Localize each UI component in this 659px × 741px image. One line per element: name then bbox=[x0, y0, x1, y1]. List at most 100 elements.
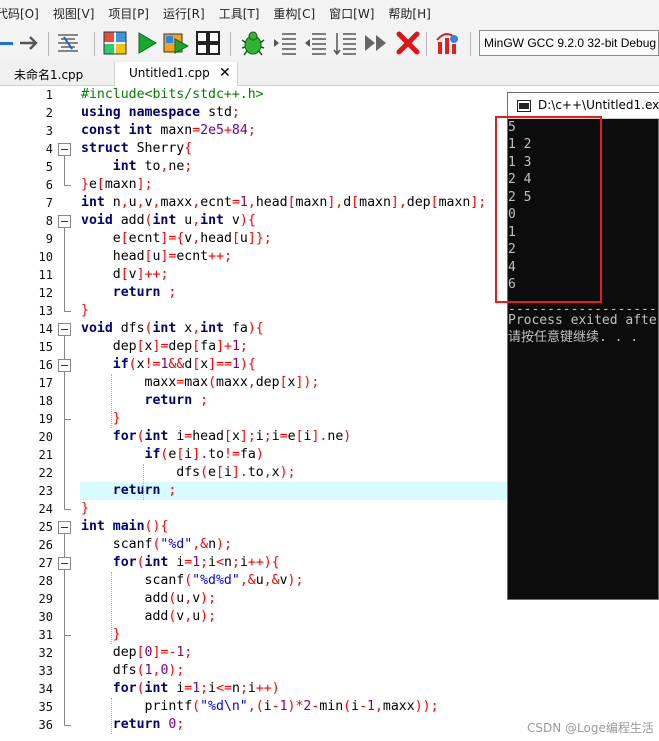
toolbar-separator bbox=[230, 32, 231, 56]
indent-guide bbox=[110, 374, 112, 428]
line-number: 16 bbox=[38, 358, 53, 372]
code-line[interactable]: int to,ne; bbox=[81, 158, 192, 176]
compile-run-icon[interactable] bbox=[163, 30, 189, 56]
code-line[interactable]: dep[0]=-1; bbox=[81, 644, 193, 662]
menu-window[interactable]: 窗口[W] bbox=[329, 5, 374, 22]
stop-icon[interactable] bbox=[395, 30, 421, 56]
code-line[interactable]: e[ecnt]={v,head[u]}; bbox=[81, 230, 272, 248]
arrow-right-icon[interactable] bbox=[17, 30, 43, 56]
code-line[interactable]: } bbox=[81, 500, 89, 518]
code-line[interactable]: maxx=max(maxx,dep[x]); bbox=[81, 374, 320, 392]
fold-line bbox=[64, 156, 65, 185]
toolbar-separator bbox=[48, 32, 49, 56]
line-numbers-icon[interactable] bbox=[332, 30, 358, 56]
tab-untitled1[interactable]: Untitled1.cpp ✕ bbox=[114, 62, 238, 86]
code-line[interactable]: void add(int u,int v){ bbox=[81, 212, 256, 230]
code-line[interactable]: head[u]=ecnt++; bbox=[81, 248, 232, 266]
code-line[interactable]: int n,u,v,maxx,ecnt=1,head[maxn],d[maxn]… bbox=[81, 194, 486, 212]
menu-bar: 代码[O] 视图[V] 项目[P] 运行[R] 工具[T] 重构[C] 窗口[W… bbox=[0, 0, 659, 26]
code-line[interactable]: printf("%d\n",(i-1)*2-min(i-1,maxx)); bbox=[81, 698, 439, 716]
code-line[interactable]: int main(){ bbox=[81, 518, 168, 536]
code-line[interactable]: const int maxn=2e5+84; bbox=[81, 122, 256, 140]
fold-end bbox=[64, 725, 71, 726]
fold-toggle-icon[interactable] bbox=[58, 143, 71, 156]
code-line[interactable]: if(e[i].to!=fa) bbox=[81, 446, 264, 464]
line-number: 6 bbox=[45, 178, 53, 192]
profile-icon[interactable] bbox=[434, 30, 460, 56]
indent-guide bbox=[110, 572, 112, 644]
code-line[interactable]: dfs(e[i].to,x); bbox=[81, 464, 295, 482]
code-line[interactable]: scanf("%d",&n); bbox=[81, 536, 232, 554]
line-number: 17 bbox=[38, 376, 53, 390]
line-number: 22 bbox=[38, 466, 53, 480]
code-line[interactable]: return ; bbox=[81, 482, 177, 500]
toolbar: MinGW GCC 9.2.0 32-bit Debug bbox=[0, 26, 659, 60]
line-number: 4 bbox=[45, 142, 53, 156]
line-number: 12 bbox=[38, 286, 53, 300]
code-line[interactable]: }e[maxn]; bbox=[81, 176, 153, 194]
code-line[interactable]: dep[x]=dep[fa]+1; bbox=[81, 338, 248, 356]
code-line[interactable]: return 0; bbox=[81, 716, 185, 734]
console-title: D:\c++\Untitled1.exe bbox=[538, 98, 659, 112]
menu-view[interactable]: 视图[V] bbox=[53, 5, 95, 22]
code-line[interactable]: add(u,v); bbox=[81, 590, 217, 608]
line-number: 13 bbox=[38, 304, 53, 318]
tab-unnamed1[interactable]: 未命名1.cpp bbox=[0, 62, 114, 86]
code-line[interactable]: void dfs(int x,int fa){ bbox=[81, 320, 264, 338]
line-number: 1 bbox=[45, 88, 53, 102]
fold-toggle-icon[interactable] bbox=[58, 215, 71, 228]
code-line[interactable]: for(int i=head[x];i;i=e[i].ne) bbox=[81, 428, 351, 446]
code-line[interactable]: dfs(1,0); bbox=[81, 662, 185, 680]
code-line[interactable]: #include<bits/stdc++.h> bbox=[81, 86, 264, 104]
menu-code[interactable]: 代码[O] bbox=[0, 5, 39, 22]
line-number: 24 bbox=[38, 502, 53, 516]
tab-bar: 未命名1.cpp Untitled1.cpp ✕ bbox=[0, 60, 659, 86]
line-number: 25 bbox=[38, 520, 53, 534]
toolbar-separator bbox=[426, 32, 427, 56]
unindent-icon[interactable] bbox=[302, 30, 328, 56]
watermark: CSDN @Loge编程生活 bbox=[527, 721, 654, 735]
line-number: 11 bbox=[38, 268, 53, 282]
insert-block-icon[interactable] bbox=[102, 30, 128, 56]
code-line[interactable]: return ; bbox=[81, 284, 177, 302]
indent-icon[interactable] bbox=[272, 30, 298, 56]
code-line[interactable]: add(v,u); bbox=[81, 608, 217, 626]
line-number: 9 bbox=[45, 232, 53, 246]
line-number-gutter: 1 2 3 4 5 6 7 8 9 10 11 12 13 14 15 16 17 18 19 20 21 22 23 24 2… bbox=[0, 86, 78, 741]
code-line[interactable]: } bbox=[81, 626, 121, 644]
run-icon[interactable] bbox=[134, 30, 160, 56]
fold-toggle-icon[interactable] bbox=[58, 359, 71, 372]
menu-tools[interactable]: 工具[T] bbox=[219, 5, 260, 22]
compiler-select[interactable]: MinGW GCC 9.2.0 32-bit Debug bbox=[479, 30, 659, 56]
grid-icon[interactable] bbox=[195, 30, 221, 56]
code-line[interactable]: } bbox=[81, 410, 121, 428]
code-line[interactable]: for(int i=1;i<=n;i++) bbox=[81, 680, 280, 698]
fast-forward-icon[interactable] bbox=[363, 30, 389, 56]
code-line[interactable]: scanf("%d%d",&u,&v); bbox=[81, 572, 304, 590]
line-number: 10 bbox=[38, 250, 53, 264]
code-line[interactable]: } bbox=[81, 302, 89, 320]
code-line[interactable]: if(x!=1&&d[x]==1){ bbox=[81, 356, 256, 374]
menu-refactor[interactable]: 重构[C] bbox=[273, 5, 315, 22]
menu-help[interactable]: 帮助[H] bbox=[388, 5, 430, 22]
code-line[interactable]: struct Sherry{ bbox=[81, 140, 192, 158]
tab-label: Untitled1.cpp bbox=[129, 66, 210, 80]
code-line[interactable]: using namespace std; bbox=[81, 104, 240, 122]
close-icon[interactable]: ✕ bbox=[219, 65, 231, 81]
code-line[interactable]: d[v]++; bbox=[81, 266, 169, 284]
fold-toggle-icon[interactable] bbox=[58, 557, 71, 570]
console-exit-message: Process exited afte bbox=[508, 313, 657, 328]
toolbar-separator bbox=[94, 32, 95, 56]
fold-toggle-icon[interactable] bbox=[58, 323, 71, 336]
fold-end bbox=[64, 509, 71, 510]
debug-bug-icon[interactable] bbox=[240, 30, 266, 56]
code-line[interactable]: for(int i=1;i<n;i++){ bbox=[81, 554, 280, 572]
line-number: 18 bbox=[38, 394, 53, 408]
code-line[interactable]: return ; bbox=[81, 392, 209, 410]
fold-line bbox=[64, 570, 65, 635]
menu-project[interactable]: 项目[P] bbox=[108, 5, 149, 22]
align-icon[interactable] bbox=[55, 30, 81, 56]
menu-run[interactable]: 运行[R] bbox=[163, 5, 205, 22]
line-number: 31 bbox=[38, 628, 53, 642]
fold-toggle-icon[interactable] bbox=[58, 521, 71, 534]
